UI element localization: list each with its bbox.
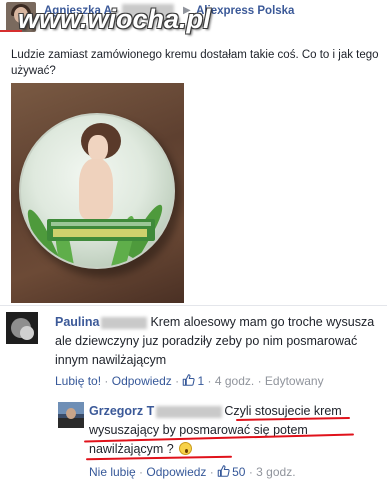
comment2-author[interactable]: Grzegorz bbox=[89, 404, 143, 418]
post-photo[interactable] bbox=[11, 83, 184, 303]
thumbs-up-icon[interactable] bbox=[182, 374, 196, 386]
like-link[interactable]: Lubię to! bbox=[55, 374, 101, 388]
reply-link[interactable]: Odpowiedz bbox=[112, 374, 172, 388]
comment-time[interactable]: 3 godz. bbox=[256, 465, 295, 479]
comment1-actions: Lubię to! · Odpowiedz · 1 · 4 godz. · Ed… bbox=[55, 374, 324, 388]
like-count[interactable]: 1 bbox=[197, 374, 204, 388]
reply-link[interactable]: Odpowiedz bbox=[146, 465, 206, 479]
like-count[interactable]: 50 bbox=[232, 465, 245, 479]
edited-label[interactable]: Edytowany bbox=[265, 374, 324, 388]
cream-tin-image bbox=[19, 113, 175, 269]
comment1-author[interactable]: Paulina bbox=[55, 315, 99, 329]
comment2-avatar[interactable] bbox=[58, 402, 84, 428]
comments-divider bbox=[0, 305, 387, 306]
wow-emoji-icon bbox=[179, 442, 193, 455]
comment-time[interactable]: 4 godz. bbox=[215, 374, 254, 388]
censor-blur bbox=[156, 405, 223, 418]
comment2-body: Grzegorz T Czyli stosujecie krem wysuszaj… bbox=[89, 402, 379, 459]
post-text: Ludzie zamiast zamówionego kremu dostała… bbox=[11, 49, 379, 77]
comment1-body: Paulina Krem aloesowy mam go troche wysus… bbox=[55, 313, 385, 370]
unlike-link[interactable]: Nie lubię bbox=[89, 465, 136, 479]
comment1-avatar[interactable] bbox=[6, 312, 38, 344]
comment2-actions: Nie lubię · Odpowiedz · 50 · 3 godz. bbox=[89, 465, 296, 479]
thumbs-up-icon[interactable] bbox=[217, 465, 230, 477]
comment2-author-initial[interactable]: T bbox=[147, 404, 155, 418]
censor-blur bbox=[101, 316, 148, 329]
watermark-text: www.wiocha.pl bbox=[18, 4, 211, 34]
